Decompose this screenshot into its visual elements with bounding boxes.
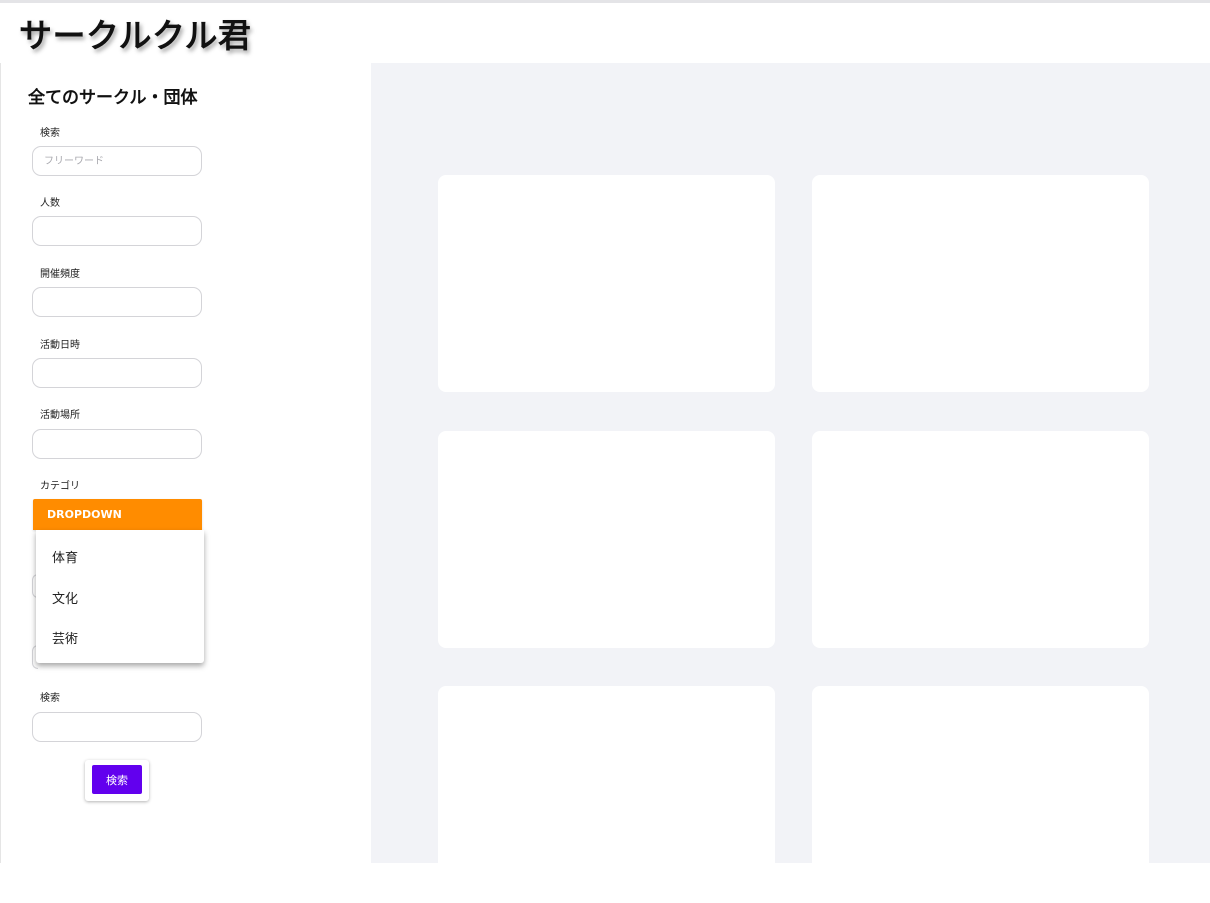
circle-card[interactable] <box>438 686 775 903</box>
category-dropdown-button[interactable]: DROPDOWN <box>33 499 202 530</box>
search-button[interactable]: 検索 <box>92 765 142 794</box>
schedule-label: 活動日時 <box>40 340 80 351</box>
circle-card[interactable] <box>812 686 1149 903</box>
top-border <box>0 0 1210 3</box>
circle-card[interactable] <box>812 431 1149 648</box>
filter-sidebar: 全てのサークル・団体 検索 人数 開催頻度 活動日時 活動場所 カテゴリ DRO… <box>0 63 371 863</box>
search-button-container: 検索 <box>85 760 149 801</box>
search-label: 検索 <box>40 693 60 704</box>
schedule-input[interactable] <box>32 358 202 388</box>
category-label: カテゴリ <box>40 481 80 492</box>
app-title: サークルクル君 <box>19 16 252 55</box>
members-input[interactable] <box>32 216 202 246</box>
circle-card[interactable] <box>438 431 775 648</box>
results-area <box>371 63 1210 903</box>
search-input[interactable] <box>32 712 202 742</box>
circle-card[interactable] <box>812 175 1149 392</box>
freeword-label: 検索 <box>40 128 60 139</box>
category-option-sports[interactable]: 体育 <box>52 547 78 566</box>
circle-card[interactable] <box>438 175 775 392</box>
place-input[interactable] <box>32 429 202 459</box>
members-label: 人数 <box>40 198 60 209</box>
frequency-input[interactable] <box>32 287 202 317</box>
sidebar-heading: 全てのサークル・団体 <box>28 88 198 108</box>
freeword-search-input[interactable] <box>32 146 202 176</box>
place-label: 活動場所 <box>40 410 80 421</box>
category-dropdown-menu: 体育 文化 芸術 <box>36 530 204 663</box>
frequency-label: 開催頻度 <box>40 269 80 280</box>
category-option-arts[interactable]: 芸術 <box>52 628 78 647</box>
category-option-culture[interactable]: 文化 <box>52 588 78 607</box>
